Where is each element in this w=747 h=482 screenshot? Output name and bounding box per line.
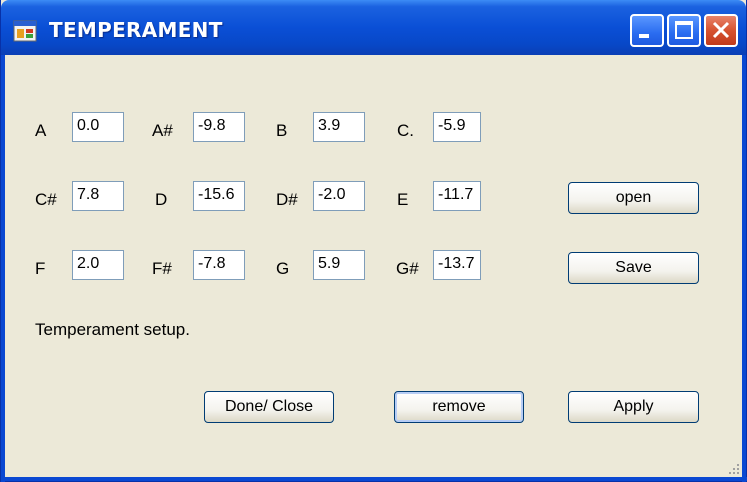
note-label-g: G [276,259,290,278]
minimize-button[interactable] [630,14,664,47]
note-label-a-sharp: A# [152,121,173,140]
maximize-icon [675,21,693,39]
note-field-a[interactable]: 0.0 [72,112,124,142]
note-field-d[interactable]: -15.6 [193,181,245,211]
remove-button[interactable]: remove [394,391,524,423]
close-icon [712,21,730,39]
open-button[interactable]: open [568,182,699,214]
window-border-right [742,55,746,482]
note-label-d-sharp: D# [276,190,298,209]
note-field-g[interactable]: 5.9 [313,250,365,280]
note-label-b: B [276,121,288,140]
window-border-left [1,55,5,482]
note-label-f: F [35,259,46,278]
note-field-c-sharp[interactable]: 7.8 [72,181,124,211]
maximize-button[interactable] [667,14,701,47]
status-text: Temperament setup. [35,320,190,339]
save-button[interactable]: Save [568,252,699,284]
note-label-d: D [155,190,168,209]
done-close-button[interactable]: Done/ Close [204,391,334,423]
note-field-g-sharp[interactable]: -13.7 [433,250,481,280]
app-icon [13,20,37,42]
note-field-e[interactable]: -11.7 [433,181,481,211]
temperament-window: TEMPERAMENT A 0.0 A# -9.8 B 3.9 C. -5.9 … [0,0,747,482]
note-label-e: E [397,190,409,209]
note-field-d-sharp[interactable]: -2.0 [313,181,365,211]
minimize-icon [639,34,649,38]
apply-button[interactable]: Apply [568,391,699,423]
window-border-bottom [1,477,747,481]
note-field-f[interactable]: 2.0 [72,250,124,280]
note-label-c-sharp: C# [35,190,57,209]
resize-grip-icon[interactable] [726,461,740,475]
note-field-b[interactable]: 3.9 [313,112,365,142]
title-bar[interactable]: TEMPERAMENT [1,0,746,55]
close-button[interactable] [704,14,738,47]
note-label-f-sharp: F# [152,259,172,278]
window-title: TEMPERAMENT [49,18,223,42]
note-label-a: A [35,121,47,140]
note-field-a-sharp[interactable]: -9.8 [193,112,245,142]
note-label-g-sharp: G# [396,259,419,278]
note-field-c[interactable]: -5.9 [433,112,481,142]
note-field-f-sharp[interactable]: -7.8 [193,250,245,280]
note-label-c: C. [397,121,414,140]
